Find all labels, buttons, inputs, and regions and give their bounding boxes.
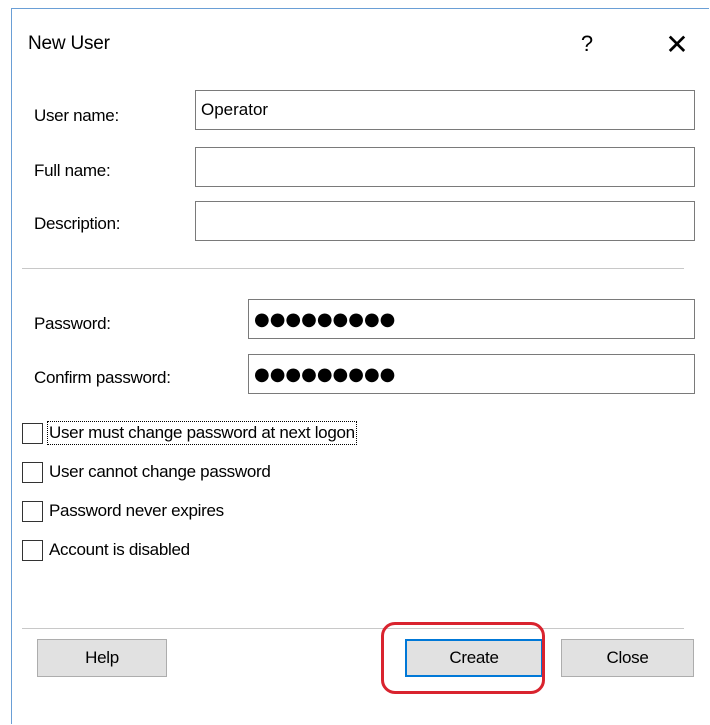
option-cannot-change-password[interactable]: User cannot change password: [22, 459, 272, 485]
username-field[interactable]: [195, 90, 695, 130]
option-label: User must change password at next logon: [47, 421, 357, 445]
help-question-icon[interactable]: ?: [564, 21, 610, 67]
checkbox-cannot-change-password[interactable]: [22, 461, 43, 483]
description-field[interactable]: [195, 201, 695, 241]
password-label: Password:: [34, 314, 111, 333]
close-button[interactable]: Close: [561, 639, 694, 677]
separator-top: [22, 268, 684, 269]
separator-bottom: [22, 628, 684, 629]
username-label: User name:: [34, 106, 119, 125]
option-label: Account is disabled: [49, 540, 190, 559]
create-button[interactable]: Create: [405, 639, 543, 677]
dialog-title: New User: [28, 33, 110, 54]
close-icon[interactable]: ✕: [654, 21, 700, 67]
help-button[interactable]: Help: [37, 639, 167, 677]
option-label: Password never expires: [49, 501, 224, 520]
option-must-change-password[interactable]: User must change password at next logon: [22, 420, 357, 446]
option-account-disabled[interactable]: Account is disabled: [22, 537, 191, 563]
checkbox-must-change-password[interactable]: [22, 422, 43, 444]
option-password-never-expires[interactable]: Password never expires: [22, 498, 225, 524]
confirm-password-label: Confirm password:: [34, 368, 171, 387]
checkbox-account-disabled[interactable]: [22, 539, 43, 561]
checkbox-password-never-expires[interactable]: [22, 500, 43, 522]
confirm-password-field[interactable]: [248, 354, 695, 394]
description-label: Description:: [34, 214, 121, 233]
option-label: User cannot change password: [49, 462, 271, 481]
fullname-field[interactable]: [195, 147, 695, 187]
fullname-label: Full name:: [34, 161, 111, 180]
password-field[interactable]: [248, 299, 695, 339]
